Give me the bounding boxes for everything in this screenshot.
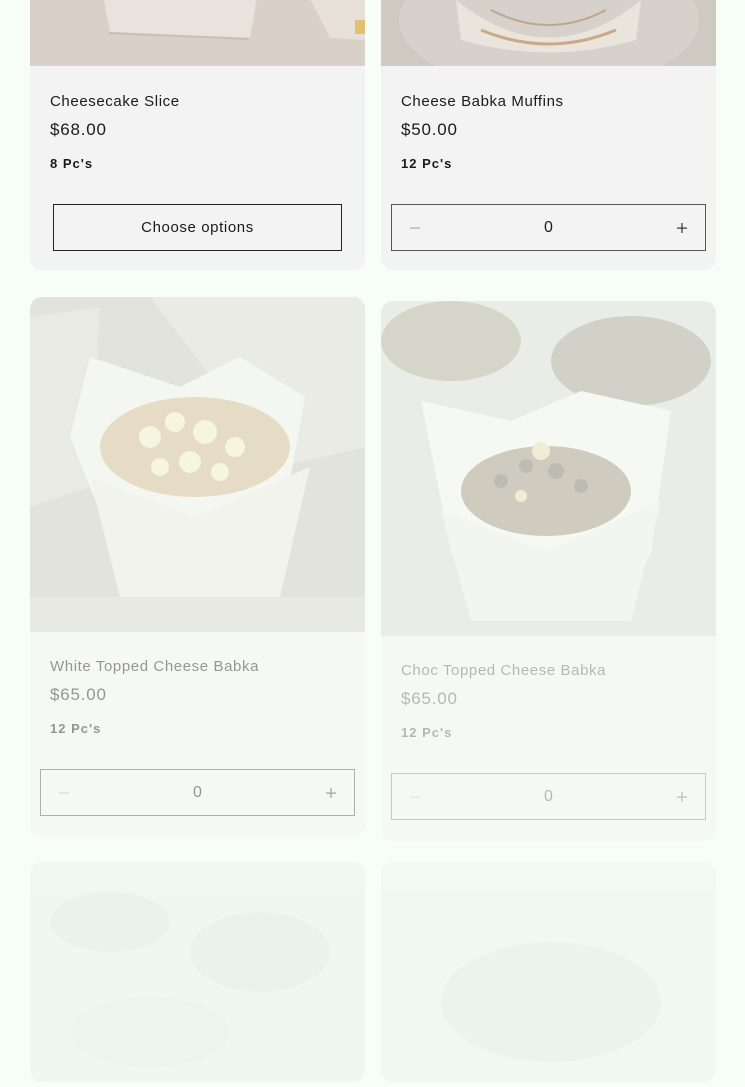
product-image[interactable] <box>381 0 716 66</box>
plus-icon <box>326 787 336 798</box>
product-card: Cheesecake Slice $68.00 8 Pc's Choose op… <box>30 0 365 270</box>
product-image[interactable] <box>30 297 365 632</box>
minus-icon <box>410 796 420 798</box>
product-price: $65.00 <box>401 689 458 708</box>
product-title[interactable]: Cheesecake Slice <box>50 93 180 110</box>
choose-options-button[interactable]: Choose options <box>53 204 342 251</box>
plus-icon <box>677 791 687 802</box>
product-card: Choc Topped Cheese Babka $65.00 12 Pc's … <box>381 301 716 841</box>
placeholder-image <box>441 942 661 1062</box>
increase-quantity-button[interactable] <box>308 770 354 815</box>
product-title[interactable]: Cheese Babka Muffins <box>401 93 564 110</box>
placeholder-image <box>50 892 330 1067</box>
product-image[interactable] <box>30 0 365 66</box>
pack-size: 12 Pc's <box>50 721 102 736</box>
decrease-quantity-button[interactable] <box>41 770 87 815</box>
product-price: $50.00 <box>401 120 458 139</box>
increase-quantity-button[interactable] <box>659 774 705 819</box>
minus-icon <box>410 227 420 229</box>
pack-size: 8 Pc's <box>50 156 94 171</box>
product-price: $68.00 <box>50 120 107 139</box>
minus-icon <box>59 792 69 794</box>
product-card-placeholder <box>381 862 716 1082</box>
pack-size: 12 Pc's <box>401 725 453 740</box>
product-title[interactable]: Choc Topped Cheese Babka <box>401 662 606 679</box>
plus-icon <box>677 222 687 233</box>
product-image[interactable] <box>381 301 716 636</box>
decrease-quantity-button[interactable] <box>392 774 438 819</box>
product-card: Cheese Babka Muffins $50.00 12 Pc's 0 <box>381 0 716 270</box>
decrease-quantity-button[interactable] <box>392 205 438 250</box>
quantity-value[interactable]: 0 <box>438 205 659 250</box>
pack-size: 12 Pc's <box>401 156 453 171</box>
quantity-stepper: 0 <box>391 773 706 820</box>
quantity-stepper: 0 <box>391 204 706 251</box>
quantity-stepper: 0 <box>40 769 355 816</box>
increase-quantity-button[interactable] <box>659 205 705 250</box>
product-price: $65.00 <box>50 685 107 704</box>
quantity-value[interactable]: 0 <box>87 770 308 815</box>
product-card-placeholder <box>30 862 365 1082</box>
quantity-value[interactable]: 0 <box>438 774 659 819</box>
product-title[interactable]: White Topped Cheese Babka <box>50 658 259 675</box>
product-card: White Topped Cheese Babka $65.00 12 Pc's… <box>30 297 365 837</box>
